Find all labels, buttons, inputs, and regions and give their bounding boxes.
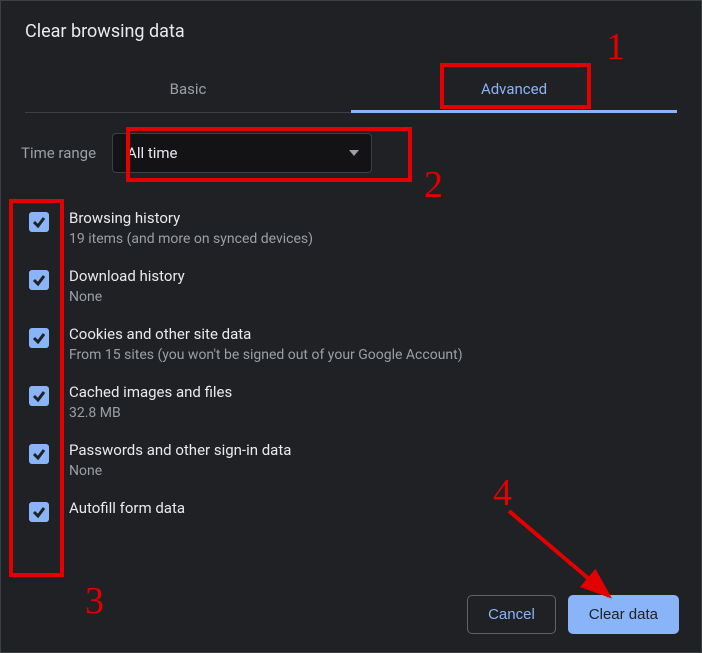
options-scroll[interactable]: Time range All time Browsing history 19 … — [1, 113, 701, 553]
tab-advanced[interactable]: Advanced — [351, 66, 677, 112]
list-item: Autofill form data — [21, 489, 697, 532]
item-sub: From 15 sites (you won't be signed out o… — [69, 347, 697, 363]
item-sub: None — [69, 289, 697, 305]
list-item: Download history None — [21, 257, 697, 315]
dialog-footer: Cancel Clear data — [1, 577, 701, 652]
list-item: Passwords and other sign-in data None — [21, 431, 697, 489]
clear-data-button[interactable]: Clear data — [568, 595, 679, 634]
list-item: Cached images and files 32.8 MB — [21, 373, 697, 431]
time-range-select[interactable]: All time — [112, 133, 372, 173]
tab-basic[interactable]: Basic — [25, 66, 351, 112]
item-title: Cached images and files — [69, 383, 697, 401]
list-item: Cookies and other site data From 15 site… — [21, 315, 697, 373]
checkbox-autofill[interactable] — [29, 502, 49, 522]
item-title: Browsing history — [69, 209, 697, 227]
dialog-title: Clear browsing data — [25, 21, 677, 42]
item-sub: 32.8 MB — [69, 405, 697, 421]
chevron-down-icon — [349, 150, 359, 156]
list-item: Browsing history 19 items (and more on s… — [21, 199, 697, 257]
cancel-button[interactable]: Cancel — [467, 595, 556, 634]
time-range-value: All time — [127, 144, 177, 162]
item-title: Cookies and other site data — [69, 325, 697, 343]
checkbox-browsing-history[interactable] — [29, 212, 49, 232]
checkbox-cache[interactable] — [29, 386, 49, 406]
checkbox-passwords[interactable] — [29, 444, 49, 464]
checkbox-cookies[interactable] — [29, 328, 49, 348]
checkbox-download-history[interactable] — [29, 270, 49, 290]
item-sub: 19 items (and more on synced devices) — [69, 231, 697, 247]
item-sub: None — [69, 463, 697, 479]
item-title: Autofill form data — [69, 499, 697, 517]
tabs: Basic Advanced — [25, 66, 677, 113]
time-range-label: Time range — [21, 144, 96, 162]
item-title: Passwords and other sign-in data — [69, 441, 697, 459]
item-title: Download history — [69, 267, 697, 285]
